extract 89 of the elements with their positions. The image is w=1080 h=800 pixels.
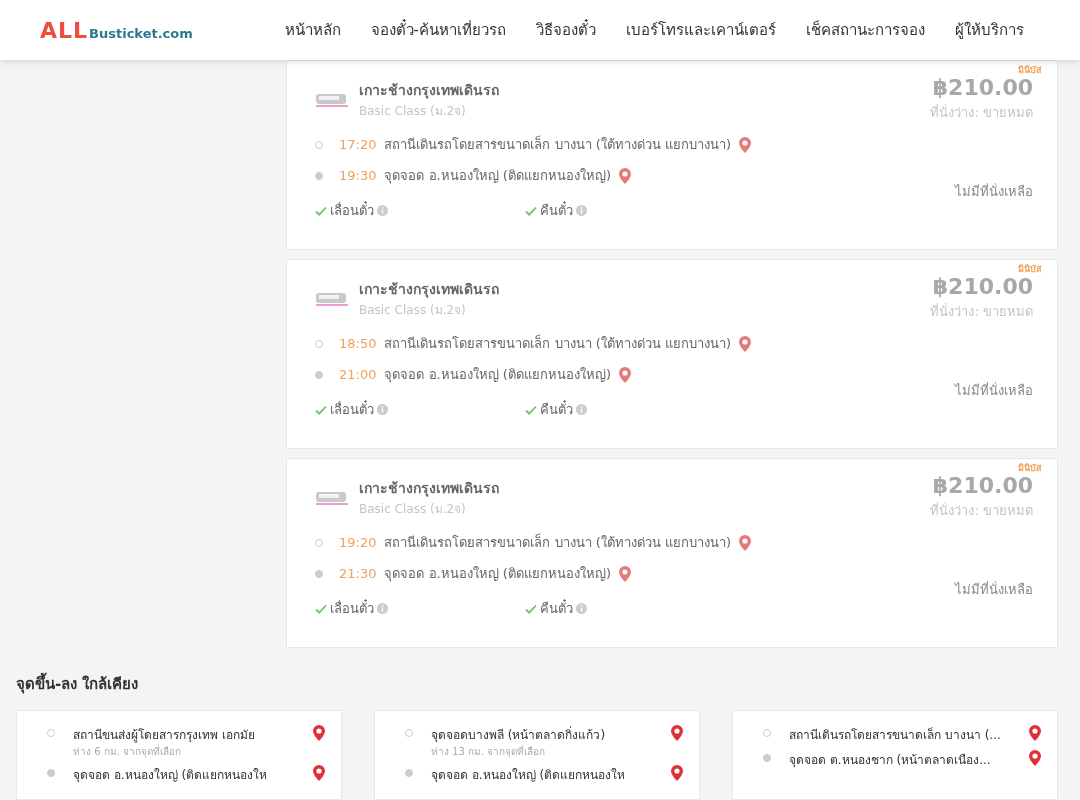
map-pin-icon[interactable]	[619, 565, 631, 582]
vehicle-type-label: มินิบัส	[1018, 263, 1041, 276]
route-dot	[47, 729, 55, 737]
map-pin-icon[interactable]	[1029, 750, 1041, 766]
map-pin-icon[interactable]	[313, 765, 325, 781]
section-title: จุดขึ้น-ลง ใกล้เคียง	[16, 672, 1064, 696]
route-dot	[315, 569, 323, 578]
vehicle-type-label: มินิบัส	[1018, 64, 1041, 77]
stop-name: สถานีขนส่งผู้โดยสารกรุงเทพ เอกมัย	[73, 727, 256, 744]
feature-label: เลื่อนตั๋ว	[330, 598, 374, 618]
map-pin-icon[interactable]	[619, 167, 631, 184]
logo-text: ALL	[40, 17, 89, 43]
stop-name: จุดจอดบางพลี (หน้าตลาดกิ่งแก้ว)	[431, 725, 607, 744]
nav-link[interactable]: จองตั๋ว-ค้นหาเที่ยวรถ	[370, 18, 506, 42]
nav-link[interactable]: เช็คสถานะการจอง	[806, 18, 925, 42]
route-dot	[315, 171, 323, 180]
nav-link[interactable]: หน้าหลัก	[284, 18, 341, 42]
route-dot	[315, 370, 323, 379]
info-icon[interactable]	[377, 603, 388, 614]
operator-name: เกาะช้างกรุงเทพเดินรถ	[359, 81, 499, 101]
bus-class: Basic Class (ม.2จ)	[359, 103, 467, 120]
info-icon[interactable]	[576, 603, 587, 614]
feature-label: เลื่อนตั๋ว	[330, 399, 374, 419]
bus-logo-icon	[315, 91, 349, 108]
logo-subtext: Busticket.com	[89, 25, 193, 41]
stop-name: สถานีเดินรถโดยสารขนาดเล็ก บางนา (ใต้ทางด่วน แยกบางนา)	[384, 333, 731, 353]
nearby-stop-card[interactable]: สถานีเดินรถโดยสารขนาดเล็ก บางนา (... จุดจอด ต.หนองชาก (หน้าตลาดเนือง...	[732, 710, 1058, 800]
nav-link[interactable]: เบอร์โทรและเคาน์เตอร์	[626, 18, 776, 42]
map-pin-icon[interactable]	[1029, 725, 1041, 741]
bus-logo-icon	[315, 290, 349, 307]
feature-label: เลื่อนตั๋ว	[330, 200, 374, 220]
route-dot	[315, 538, 323, 547]
route-dot	[763, 729, 771, 737]
ticket-price: ฿210.00	[932, 473, 1033, 498]
stop-name: จุดจอด อ.หนองใหญ่ (ติดแยกหนองใหญ่)	[384, 167, 611, 186]
nav-link[interactable]: วิธีจองตั๋ว	[536, 18, 596, 42]
map-pin-icon[interactable]	[313, 725, 325, 741]
route-dot	[315, 140, 323, 149]
seat-availability: ที่นั่งว่าง: ขายหมด	[930, 501, 1033, 520]
route-dot	[763, 754, 771, 762]
stop-time: 17:20	[339, 137, 377, 152]
seat-availability: ที่นั่งว่าง: ขายหมด	[930, 103, 1033, 122]
sold-out-status: ไม่มีที่นั่งเหลือ	[955, 182, 1033, 201]
map-pin-icon[interactable]	[739, 136, 751, 153]
feature-label: คืนตั๋ว	[540, 598, 573, 618]
route-dot	[405, 729, 413, 737]
stop-distance: ห่าง 13 กม. จากจุดที่เลือก	[431, 744, 547, 759]
sold-out-status: ไม่มีที่นั่งเหลือ	[955, 580, 1033, 599]
info-icon[interactable]	[576, 404, 587, 415]
map-pin-icon[interactable]	[671, 765, 683, 781]
vehicle-type-label: มินิบัส	[1018, 462, 1041, 475]
feature-label: คืนตั๋ว	[540, 200, 573, 220]
info-icon[interactable]	[377, 404, 388, 415]
stop-time: 21:00	[339, 367, 377, 382]
seat-availability: ที่นั่งว่าง: ขายหมด	[930, 302, 1033, 321]
stop-name: จุดจอด อ.หนองใหญ่ (ติดแยกหนองใหญ่)	[384, 366, 611, 385]
map-pin-icon[interactable]	[671, 725, 683, 741]
nav-link[interactable]: ผู้ให้บริการ	[955, 18, 1024, 42]
stop-distance: ห่าง 6 กม. จากจุดที่เลือก	[73, 744, 183, 759]
map-pin-icon[interactable]	[739, 534, 751, 551]
stop-time: 18:50	[339, 336, 377, 351]
stop-name: จุดจอด อ.หนองใหญ่ (ติดแยกหนองให	[431, 767, 627, 784]
stop-time: 21:30	[339, 566, 377, 581]
stop-name: จุดจอด อ.หนองใหญ่ (ติดแยกหนองใหญ่)	[384, 565, 611, 584]
stop-time: 19:30	[339, 168, 377, 183]
bus-logo-icon	[315, 489, 349, 506]
route-dot	[47, 769, 55, 777]
info-icon[interactable]	[377, 205, 388, 216]
stop-name: สถานีเดินรถโดยสารขนาดเล็ก บางนา (ใต้ทางด่วน แยกบางนา)	[384, 134, 731, 154]
route-dot	[315, 339, 323, 348]
stop-name: สถานีเดินรถโดยสารขนาดเล็ก บางนา (ใต้ทางด่วน แยกบางนา)	[384, 532, 731, 552]
sold-out-status: ไม่มีที่นั่งเหลือ	[955, 381, 1033, 400]
ticket-price: ฿210.00	[932, 274, 1033, 299]
map-pin-icon[interactable]	[739, 335, 751, 352]
nearby-stop-card[interactable]: สถานีขนส่งผู้โดยสารกรุงเทพ เอกมัย ห่าง 6 กม. จากจุดที่เลือก จุดจอด อ.หนองใหญ่ (ติดแยกหนองให	[16, 710, 342, 800]
operator-name: เกาะช้างกรุงเทพเดินรถ	[359, 280, 499, 300]
stop-name: สถานีเดินรถโดยสารขนาดเล็ก บางนา (...	[789, 726, 1002, 744]
bus-class: Basic Class (ม.2จ)	[359, 501, 467, 518]
stop-name: จุดจอด อ.หนองใหญ่ (ติดแยกหนองให	[73, 767, 269, 784]
bus-class: Basic Class (ม.2จ)	[359, 302, 467, 319]
operator-name: เกาะช้างกรุงเทพเดินรถ	[359, 479, 499, 499]
feature-label: คืนตั๋ว	[540, 399, 573, 419]
nearby-stop-card[interactable]: จุดจอดบางพลี (หน้าตลาดกิ่งแก้ว) ห่าง 13 กม. จากจุดที่เลือก จุดจอด อ.หนองใหญ่ (ติดแยกหนองให	[374, 710, 700, 800]
stop-name: จุดจอด ต.หนองชาก (หน้าตลาดเนือง...	[789, 752, 992, 769]
ticket-price: ฿210.00	[932, 75, 1033, 100]
map-pin-icon[interactable]	[619, 366, 631, 383]
route-dot	[405, 769, 413, 777]
stop-time: 19:20	[339, 535, 377, 550]
info-icon[interactable]	[576, 205, 587, 216]
